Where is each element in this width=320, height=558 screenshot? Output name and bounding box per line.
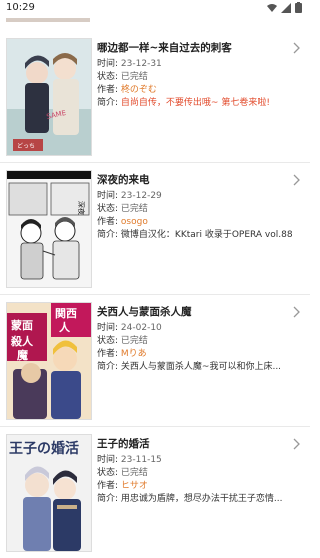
author-label: 作者: bbox=[97, 481, 119, 491]
status-label: 状态: bbox=[97, 204, 119, 214]
update-time: 23-12-29 bbox=[120, 191, 162, 201]
time-label: 时间: bbox=[97, 191, 119, 201]
intro-label: 简介: bbox=[97, 230, 119, 240]
update-time: 23-12-31 bbox=[120, 59, 162, 69]
svg-text:どっち: どっち bbox=[17, 142, 35, 150]
status-row: 状态: 已完结 bbox=[97, 335, 301, 347]
list-item[interactable]: 王子の婚活 王子的婚活 时间: 23-11-15 状态: 已完结 作者: ヒサオ… bbox=[0, 426, 310, 558]
author-name[interactable]: Mりあ bbox=[121, 349, 147, 359]
status-value: 已完结 bbox=[120, 72, 148, 82]
status-row: 状态: 已完结 bbox=[97, 203, 301, 215]
intro-label: 简介: bbox=[97, 494, 119, 504]
author-row: 作者: ヒサオ bbox=[97, 480, 301, 492]
status-time: 10:29 bbox=[6, 2, 35, 13]
status-bar: 10:29 bbox=[0, 0, 310, 18]
list-item[interactable]: 関西 人 蒙面 殺人 魔 关西人与蒙面杀人魔 时间: 24-02-10 状态: … bbox=[0, 294, 310, 427]
author-name[interactable]: osogo bbox=[121, 217, 148, 227]
signal-icon bbox=[281, 2, 291, 13]
intro-row: 简介: 用忠诚为盾牌，想尽办法干扰王子恋情... bbox=[97, 493, 301, 505]
intro-text: 关西人与蒙面杀人魔~我可以和你上床... bbox=[120, 362, 282, 372]
author-row: 作者: Mりあ bbox=[97, 348, 301, 360]
comic-list: どっち SAME 哪边都一样~来自过去的刺客 时间: 23-12-31 状态: … bbox=[0, 0, 310, 552]
status-label: 状态: bbox=[97, 72, 119, 82]
intro-text: 用忠诚为盾牌，想尽办法干扰王子恋情... bbox=[120, 494, 283, 504]
comic-title[interactable]: 王子的婚活 bbox=[97, 436, 287, 451]
intro-label: 简介: bbox=[97, 98, 119, 108]
wifi-icon bbox=[267, 3, 277, 12]
status-value: 已完结 bbox=[120, 468, 148, 478]
status-icons bbox=[267, 2, 302, 13]
svg-text:関西: 関西 bbox=[55, 307, 77, 320]
chevron-right-icon[interactable] bbox=[292, 174, 302, 186]
intro-text: 微博自汉化：KKtari 收录于OPERA vol.88 bbox=[120, 230, 293, 240]
comic-cover[interactable]: どっち SAME bbox=[6, 38, 92, 156]
update-time: 23-11-15 bbox=[120, 455, 162, 465]
svg-text:蒙面: 蒙面 bbox=[11, 318, 33, 332]
update-time-row: 时间: 23-12-29 bbox=[97, 190, 301, 202]
chevron-right-icon[interactable] bbox=[292, 42, 302, 54]
author-row: 作者: osogo bbox=[97, 216, 301, 228]
time-label: 时间: bbox=[97, 59, 119, 69]
status-label: 状态: bbox=[97, 468, 119, 478]
author-label: 作者: bbox=[97, 349, 119, 359]
update-time-row: 时间: 23-11-15 bbox=[97, 454, 301, 466]
author-row: 作者: 柊のぞむ bbox=[97, 84, 301, 96]
update-time-row: 时间: 24-02-10 bbox=[97, 322, 301, 334]
chevron-right-icon[interactable] bbox=[292, 438, 302, 450]
status-row: 状态: 已完结 bbox=[97, 71, 301, 83]
author-label: 作者: bbox=[97, 217, 119, 227]
author-label: 作者: bbox=[97, 85, 119, 95]
status-value: 已完结 bbox=[120, 204, 148, 214]
time-label: 时间: bbox=[97, 323, 119, 333]
battery-icon bbox=[295, 2, 302, 13]
svg-text:魔: 魔 bbox=[17, 348, 29, 362]
status-value: 已完结 bbox=[120, 336, 148, 346]
svg-text:深夜: 深夜 bbox=[77, 201, 86, 215]
comic-title[interactable]: 关西人与蒙面杀人魔 bbox=[97, 304, 287, 319]
intro-row: 简介: 关西人与蒙面杀人魔~我可以和你上床... bbox=[97, 361, 301, 373]
comic-title[interactable]: 哪边都一样~来自过去的刺客 bbox=[97, 40, 287, 55]
author-name[interactable]: 柊のぞむ bbox=[121, 85, 157, 95]
svg-text:人: 人 bbox=[59, 320, 71, 334]
list-item[interactable]: どっち SAME 哪边都一样~来自过去的刺客 时间: 23-12-31 状态: … bbox=[0, 30, 310, 163]
comic-cover[interactable]: 王子の婚活 bbox=[6, 434, 92, 552]
list-item[interactable]: 深夜 深夜的来电 时间: 23-12-29 状态: 已完结 作者: osogo … bbox=[0, 162, 310, 295]
comic-title[interactable]: 深夜的来电 bbox=[97, 172, 287, 187]
status-label: 状态: bbox=[97, 336, 119, 346]
comic-cover[interactable]: 深夜 bbox=[6, 170, 92, 288]
svg-text:王子の婚活: 王子の婚活 bbox=[9, 440, 79, 457]
status-row: 状态: 已完结 bbox=[97, 467, 301, 479]
time-label: 时间: bbox=[97, 455, 119, 465]
intro-label: 简介: bbox=[97, 362, 119, 372]
comic-cover[interactable]: 関西 人 蒙面 殺人 魔 bbox=[6, 302, 92, 420]
chevron-right-icon[interactable] bbox=[292, 306, 302, 318]
author-name[interactable]: ヒサオ bbox=[121, 481, 148, 491]
svg-text:殺人: 殺人 bbox=[10, 334, 34, 348]
intro-row: 简介: 自尚自传，不要传出哦~ 第七卷来啦! bbox=[97, 97, 301, 109]
update-time-row: 时间: 23-12-31 bbox=[97, 58, 301, 70]
intro-row: 简介: 微博自汉化：KKtari 收录于OPERA vol.88 bbox=[97, 229, 301, 241]
intro-text: 自尚自传，不要传出哦~ 第七卷来啦! bbox=[120, 98, 270, 108]
update-time: 24-02-10 bbox=[120, 323, 162, 333]
